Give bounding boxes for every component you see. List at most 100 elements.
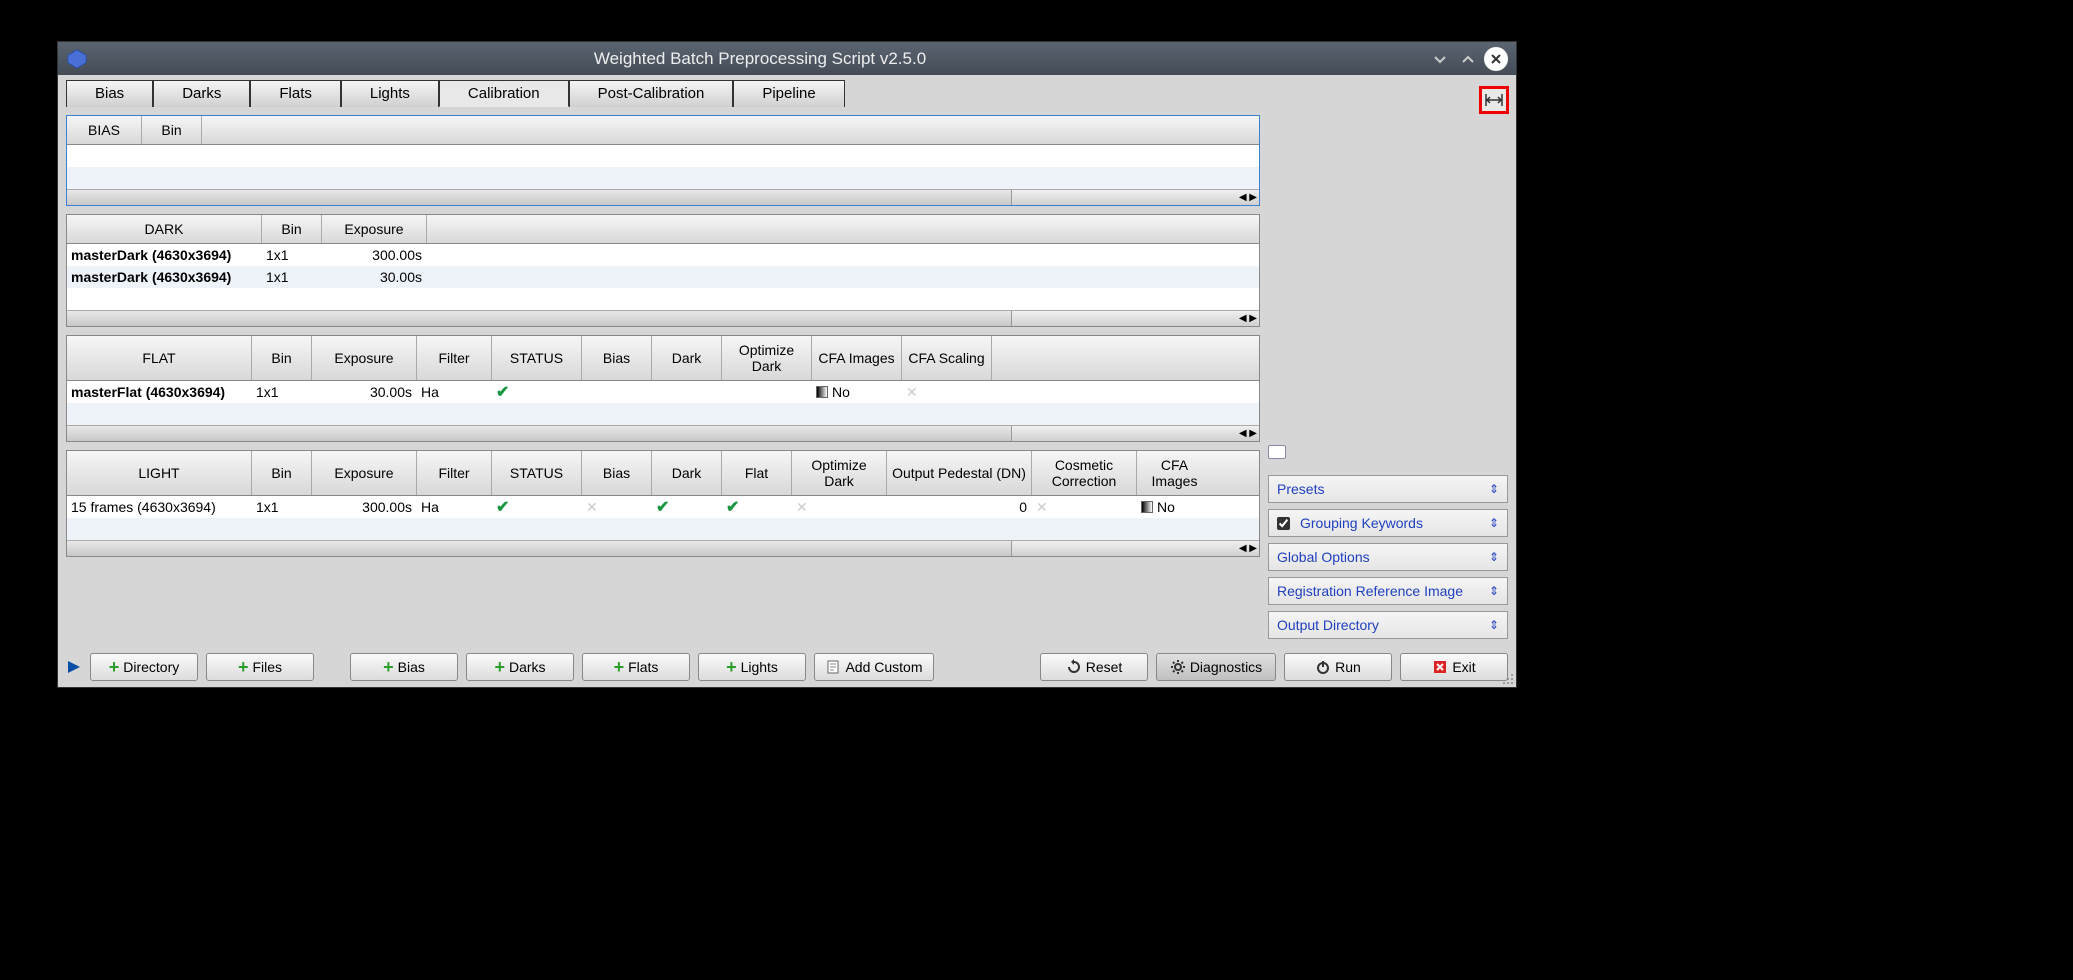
light-header-cosmetic: Cosmetic Correction [1032, 451, 1137, 495]
exit-button[interactable]: Exit [1400, 653, 1508, 681]
tab-flats[interactable]: Flats [250, 80, 341, 107]
dark-header-bin: Bin [262, 215, 322, 243]
plus-icon: + [109, 658, 120, 676]
bias-button[interactable]: +Bias [350, 653, 458, 681]
light-panel: LIGHT Bin Exposure Filter STATUS Bias Da… [66, 450, 1260, 557]
run-button[interactable]: Run [1284, 653, 1392, 681]
registration-reference-section[interactable]: Registration Reference Image⇕ [1268, 577, 1508, 605]
tab-calibration[interactable]: Calibration [439, 80, 569, 107]
cfa-box-icon [816, 386, 828, 398]
tab-bar: Bias Darks Flats Lights Calibration Post… [66, 79, 845, 107]
document-icon [825, 659, 841, 675]
check-icon: ✔ [496, 497, 509, 517]
tab-pipeline[interactable]: Pipeline [733, 80, 844, 107]
bottom-toolbar: +Directory +Files +Bias +Darks +Flats +L… [58, 647, 1516, 687]
table-row[interactable]: 15 frames (4630x3694) 1x1 300.00s Ha ✔ ✕… [67, 496, 1259, 518]
table-row[interactable]: masterFlat (4630x3694) 1x1 30.00s Ha ✔ N… [67, 381, 1259, 403]
check-icon: ✔ [656, 497, 669, 517]
light-header-filter: Filter [417, 451, 492, 495]
directory-button[interactable]: +Directory [90, 653, 198, 681]
light-header-cfa-images: CFA Images [1137, 451, 1212, 495]
x-icon: ✕ [1036, 499, 1048, 516]
flat-scrollbar[interactable]: ◀ ▶ [67, 425, 1259, 441]
add-custom-button[interactable]: Add Custom [814, 653, 934, 681]
comment-icon[interactable] [1268, 445, 1286, 459]
tab-darks[interactable]: Darks [153, 80, 250, 107]
light-header-bias: Bias [582, 451, 652, 495]
cfa-box-icon [1141, 501, 1153, 513]
table-row[interactable]: masterDark (4630x3694) 1x1 300.00s [67, 244, 1259, 266]
flat-header-exposure: Exposure [312, 336, 417, 380]
bias-header-bin: Bin [142, 116, 202, 144]
flat-header-bias: Bias [582, 336, 652, 380]
expand-icon: ⇕ [1489, 482, 1499, 496]
flat-header-opt-dark: Optimize Dark [722, 336, 812, 380]
flat-header-filter: Filter [417, 336, 492, 380]
bias-empty-row [67, 145, 1259, 167]
flat-header-cfa-scaling: CFA Scaling [902, 336, 992, 380]
expand-icon: ⇕ [1489, 550, 1499, 564]
app-icon [66, 48, 88, 70]
flat-panel: FLAT Bin Exposure Filter STATUS Bias Dar… [66, 335, 1260, 442]
expand-icon: ⇕ [1489, 618, 1499, 632]
files-button[interactable]: +Files [206, 653, 314, 681]
plus-icon: + [726, 658, 737, 676]
expand-icon: ⇕ [1489, 516, 1499, 530]
power-icon [1315, 659, 1331, 675]
light-header-exposure: Exposure [312, 451, 417, 495]
plus-icon: + [383, 658, 394, 676]
dark-panel: DARK Bin Exposure masterDark (4630x3694)… [66, 214, 1260, 327]
darks-button[interactable]: +Darks [466, 653, 574, 681]
flat-header-bin: Bin [252, 336, 312, 380]
presets-section[interactable]: Presets⇕ [1268, 475, 1508, 503]
light-header-bin: Bin [252, 451, 312, 495]
reset-icon [1066, 659, 1082, 675]
light-header-flat: Flat [722, 451, 792, 495]
minimize-button[interactable] [1428, 47, 1452, 71]
diagnostics-button[interactable]: Diagnostics [1156, 653, 1276, 681]
light-scrollbar[interactable]: ◀ ▶ [67, 540, 1259, 556]
bias-panel: BIAS Bin ◀ ▶ [66, 115, 1260, 206]
plus-icon: + [614, 658, 625, 676]
close-button[interactable] [1484, 47, 1508, 71]
bias-scrollbar[interactable]: ◀ ▶ [67, 189, 1259, 205]
dark-header-dark: DARK [67, 215, 262, 243]
flat-header-cfa-images: CFA Images [812, 336, 902, 380]
x-icon: ✕ [586, 499, 598, 516]
plus-icon: + [238, 658, 249, 676]
flat-header-dark: Dark [652, 336, 722, 380]
window-title: Weighted Batch Preprocessing Script v2.5… [96, 49, 1424, 69]
global-options-section[interactable]: Global Options⇕ [1268, 543, 1508, 571]
gear-icon [1170, 659, 1186, 675]
check-icon: ✔ [726, 497, 739, 517]
lights-button[interactable]: +Lights [698, 653, 806, 681]
titlebar: Weighted Batch Preprocessing Script v2.5… [58, 42, 1516, 75]
check-icon: ✔ [496, 382, 509, 402]
apply-icon[interactable] [66, 659, 82, 675]
expand-icon: ⇕ [1489, 584, 1499, 598]
light-header-pedestal: Output Pedestal (DN) [887, 451, 1032, 495]
x-icon: ✕ [906, 384, 918, 401]
bias-header-bias: BIAS [67, 116, 142, 144]
tab-bias[interactable]: Bias [66, 80, 153, 107]
close-icon [1432, 659, 1448, 675]
light-header-dark: Dark [652, 451, 722, 495]
grouping-keywords-section[interactable]: Grouping Keywords ⇕ [1268, 509, 1508, 537]
flats-button[interactable]: +Flats [582, 653, 690, 681]
table-row[interactable]: masterDark (4630x3694) 1x1 30.00s [67, 266, 1259, 288]
grouping-keywords-checkbox[interactable] [1277, 517, 1290, 530]
expand-panel-button[interactable] [1479, 86, 1509, 114]
dark-scrollbar[interactable]: ◀ ▶ [67, 310, 1259, 326]
resize-grip[interactable] [1502, 673, 1514, 685]
output-directory-section[interactable]: Output Directory⇕ [1268, 611, 1508, 639]
dark-header-exposure: Exposure [322, 215, 427, 243]
reset-button[interactable]: Reset [1040, 653, 1148, 681]
light-header-status: STATUS [492, 451, 582, 495]
x-icon: ✕ [796, 499, 808, 516]
flat-header-status: STATUS [492, 336, 582, 380]
maximize-button[interactable] [1456, 47, 1480, 71]
light-header-opt-dark: Optimize Dark [792, 451, 887, 495]
tab-lights[interactable]: Lights [341, 80, 439, 107]
flat-header-flat: FLAT [67, 336, 252, 380]
tab-post-calibration[interactable]: Post-Calibration [569, 80, 734, 107]
